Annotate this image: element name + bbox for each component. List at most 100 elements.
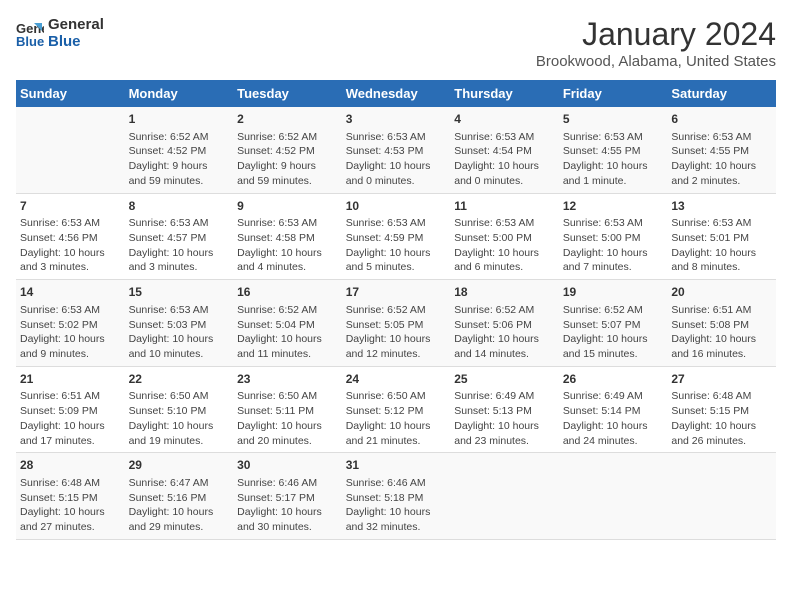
day-number: 13 bbox=[671, 198, 772, 215]
day-info: Sunrise: 6:47 AMSunset: 5:16 PMDaylight:… bbox=[129, 476, 230, 535]
day-info: Sunrise: 6:52 AMSunset: 4:52 PMDaylight:… bbox=[129, 130, 230, 189]
day-number: 31 bbox=[346, 457, 447, 474]
day-info: Sunrise: 6:53 AMSunset: 5:00 PMDaylight:… bbox=[563, 216, 664, 275]
page-subtitle: Brookwood, Alabama, United States bbox=[536, 53, 776, 70]
calendar-header-row: SundayMondayTuesdayWednesdayThursdayFrid… bbox=[16, 80, 776, 107]
calendar-cell bbox=[16, 107, 125, 193]
header-thursday: Thursday bbox=[450, 80, 559, 107]
day-info: Sunrise: 6:53 AMSunset: 4:55 PMDaylight:… bbox=[563, 130, 664, 189]
day-number: 9 bbox=[237, 198, 338, 215]
day-number: 1 bbox=[129, 111, 230, 128]
calendar-cell: 25Sunrise: 6:49 AMSunset: 5:13 PMDayligh… bbox=[450, 366, 559, 453]
day-number: 3 bbox=[346, 111, 447, 128]
day-number: 10 bbox=[346, 198, 447, 215]
day-number: 12 bbox=[563, 198, 664, 215]
day-info: Sunrise: 6:53 AMSunset: 5:02 PMDaylight:… bbox=[20, 303, 121, 362]
day-info: Sunrise: 6:52 AMSunset: 5:07 PMDaylight:… bbox=[563, 303, 664, 362]
day-number: 23 bbox=[237, 371, 338, 388]
day-number: 25 bbox=[454, 371, 555, 388]
day-info: Sunrise: 6:53 AMSunset: 5:03 PMDaylight:… bbox=[129, 303, 230, 362]
week-row-1: 1 Sunrise: 6:52 AMSunset: 4:52 PMDaylight… bbox=[16, 107, 776, 193]
day-info: Sunrise: 6:52 AMSunset: 5:05 PMDaylight:… bbox=[346, 303, 447, 362]
day-number: 14 bbox=[20, 284, 121, 301]
calendar-cell: 5Sunrise: 6:53 AMSunset: 4:55 PMDaylight… bbox=[559, 107, 668, 193]
calendar-cell: 4Sunrise: 6:53 AMSunset: 4:54 PMDaylight… bbox=[450, 107, 559, 193]
calendar-cell: 28 Sunrise: 6:48 AMSunset: 5:15 PMDayligh… bbox=[16, 453, 125, 540]
logo-general: General bbox=[48, 16, 104, 33]
day-number: 21 bbox=[20, 371, 121, 388]
day-info: Sunrise: 6:49 AMSunset: 5:14 PMDaylight:… bbox=[563, 389, 664, 448]
calendar-cell: 31Sunrise: 6:46 AMSunset: 5:18 PMDayligh… bbox=[342, 453, 451, 540]
day-info: Sunrise: 6:52 AMSunset: 5:06 PMDaylight:… bbox=[454, 303, 555, 362]
day-number: 19 bbox=[563, 284, 664, 301]
calendar-cell: 20 Sunrise: 6:51 AMSunset: 5:08 PMDayligh… bbox=[667, 280, 776, 367]
day-info: Sunrise: 6:53 AMSunset: 4:54 PMDaylight:… bbox=[454, 130, 555, 189]
logo-blue: Blue bbox=[48, 33, 104, 50]
calendar-cell: 3 Sunrise: 6:53 AMSunset: 4:53 PMDaylight… bbox=[342, 107, 451, 193]
day-number: 8 bbox=[129, 198, 230, 215]
week-row-2: 7Sunrise: 6:53 AMSunset: 4:56 PMDaylight… bbox=[16, 193, 776, 280]
header-monday: Monday bbox=[125, 80, 234, 107]
day-info: Sunrise: 6:52 AMSunset: 5:04 PMDaylight:… bbox=[237, 303, 338, 362]
week-row-4: 21Sunrise: 6:51 AMSunset: 5:09 PMDayligh… bbox=[16, 366, 776, 453]
calendar-cell: 9Sunrise: 6:53 AMSunset: 4:58 PMDaylight… bbox=[233, 193, 342, 280]
day-info: Sunrise: 6:52 AMSunset: 4:52 PMDaylight:… bbox=[237, 130, 338, 189]
logo: General Blue General Blue bbox=[16, 16, 104, 50]
day-number: 11 bbox=[454, 198, 555, 215]
calendar-cell: 19 Sunrise: 6:52 AMSunset: 5:07 PMDayligh… bbox=[559, 280, 668, 367]
day-number: 18 bbox=[454, 284, 555, 301]
day-info: Sunrise: 6:48 AMSunset: 5:15 PMDaylight:… bbox=[20, 476, 121, 535]
week-row-3: 14 Sunrise: 6:53 AMSunset: 5:02 PMDayligh… bbox=[16, 280, 776, 367]
calendar-cell: 21Sunrise: 6:51 AMSunset: 5:09 PMDayligh… bbox=[16, 366, 125, 453]
day-number: 7 bbox=[20, 198, 121, 215]
day-info: Sunrise: 6:46 AMSunset: 5:17 PMDaylight:… bbox=[237, 476, 338, 535]
calendar-cell bbox=[559, 453, 668, 540]
day-number: 16 bbox=[237, 284, 338, 301]
day-number: 27 bbox=[671, 371, 772, 388]
calendar-cell: 18 Sunrise: 6:52 AMSunset: 5:06 PMDayligh… bbox=[450, 280, 559, 367]
day-info: Sunrise: 6:53 AMSunset: 4:53 PMDaylight:… bbox=[346, 130, 447, 189]
day-info: Sunrise: 6:53 AMSunset: 4:59 PMDaylight:… bbox=[346, 216, 447, 275]
page-header: General Blue General Blue January 2024 B… bbox=[16, 16, 776, 70]
calendar-cell: 12Sunrise: 6:53 AMSunset: 5:00 PMDayligh… bbox=[559, 193, 668, 280]
day-info: Sunrise: 6:51 AMSunset: 5:09 PMDaylight:… bbox=[20, 389, 121, 448]
header-tuesday: Tuesday bbox=[233, 80, 342, 107]
calendar-cell: 11Sunrise: 6:53 AMSunset: 5:00 PMDayligh… bbox=[450, 193, 559, 280]
day-number: 6 bbox=[671, 111, 772, 128]
day-info: Sunrise: 6:53 AMSunset: 5:01 PMDaylight:… bbox=[671, 216, 772, 275]
day-number: 15 bbox=[129, 284, 230, 301]
day-info: Sunrise: 6:49 AMSunset: 5:13 PMDaylight:… bbox=[454, 389, 555, 448]
calendar-cell: 15 Sunrise: 6:53 AMSunset: 5:03 PMDayligh… bbox=[125, 280, 234, 367]
header-friday: Friday bbox=[559, 80, 668, 107]
calendar-cell: 7Sunrise: 6:53 AMSunset: 4:56 PMDaylight… bbox=[16, 193, 125, 280]
day-info: Sunrise: 6:53 AMSunset: 4:56 PMDaylight:… bbox=[20, 216, 121, 275]
day-info: Sunrise: 6:50 AMSunset: 5:11 PMDaylight:… bbox=[237, 389, 338, 448]
page-title: January 2024 bbox=[536, 16, 776, 53]
calendar-cell: 13Sunrise: 6:53 AMSunset: 5:01 PMDayligh… bbox=[667, 193, 776, 280]
day-number: 2 bbox=[237, 111, 338, 128]
calendar-cell: 26Sunrise: 6:49 AMSunset: 5:14 PMDayligh… bbox=[559, 366, 668, 453]
calendar-cell: 10Sunrise: 6:53 AMSunset: 4:59 PMDayligh… bbox=[342, 193, 451, 280]
calendar-cell bbox=[450, 453, 559, 540]
day-number: 22 bbox=[129, 371, 230, 388]
day-info: Sunrise: 6:53 AMSunset: 4:55 PMDaylight:… bbox=[671, 130, 772, 189]
day-info: Sunrise: 6:50 AMSunset: 5:10 PMDaylight:… bbox=[129, 389, 230, 448]
calendar-cell: 6 Sunrise: 6:53 AMSunset: 4:55 PMDaylight… bbox=[667, 107, 776, 193]
title-block: January 2024 Brookwood, Alabama, United … bbox=[536, 16, 776, 70]
day-number: 24 bbox=[346, 371, 447, 388]
calendar-cell bbox=[667, 453, 776, 540]
calendar-cell: 29Sunrise: 6:47 AMSunset: 5:16 PMDayligh… bbox=[125, 453, 234, 540]
day-number: 28 bbox=[20, 457, 121, 474]
calendar-cell: 30Sunrise: 6:46 AMSunset: 5:17 PMDayligh… bbox=[233, 453, 342, 540]
calendar-cell: 2 Sunrise: 6:52 AMSunset: 4:52 PMDaylight… bbox=[233, 107, 342, 193]
calendar-cell: 23Sunrise: 6:50 AMSunset: 5:11 PMDayligh… bbox=[233, 366, 342, 453]
svg-text:Blue: Blue bbox=[16, 34, 44, 47]
calendar-cell: 16 Sunrise: 6:52 AMSunset: 5:04 PMDayligh… bbox=[233, 280, 342, 367]
day-info: Sunrise: 6:51 AMSunset: 5:08 PMDaylight:… bbox=[671, 303, 772, 362]
day-number: 20 bbox=[671, 284, 772, 301]
day-info: Sunrise: 6:53 AMSunset: 4:58 PMDaylight:… bbox=[237, 216, 338, 275]
header-wednesday: Wednesday bbox=[342, 80, 451, 107]
calendar-cell: 1 Sunrise: 6:52 AMSunset: 4:52 PMDaylight… bbox=[125, 107, 234, 193]
calendar-table: SundayMondayTuesdayWednesdayThursdayFrid… bbox=[16, 80, 776, 540]
logo-icon: General Blue bbox=[16, 19, 44, 47]
